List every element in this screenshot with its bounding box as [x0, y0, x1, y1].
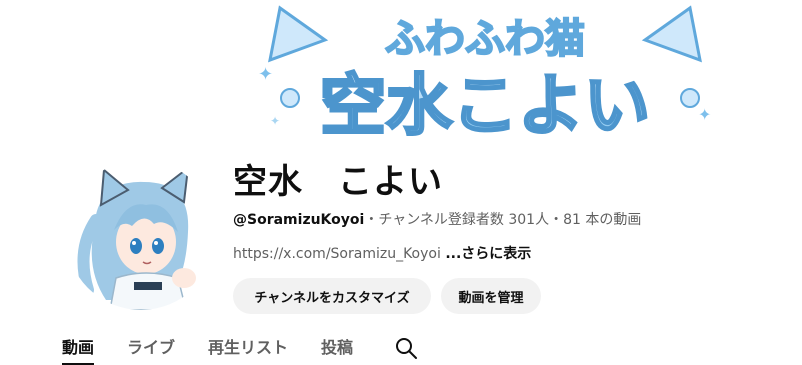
tab-live[interactable]: ライブ	[127, 336, 175, 360]
banner-line1: ふわふわ猫	[385, 16, 585, 62]
tab-playlists[interactable]: 再生リスト	[208, 336, 288, 360]
channel-handle: @SoramizuKoyoi	[233, 212, 365, 228]
channel-description: https://x.com/Soramizu_Koyoi ...さらに表示	[233, 244, 531, 264]
svg-text:✦: ✦	[258, 64, 273, 85]
manage-videos-button[interactable]: 動画を管理	[441, 278, 541, 314]
show-more-link[interactable]: ...さらに表示	[445, 246, 531, 262]
svg-text:✦: ✦	[698, 105, 711, 124]
search-icon[interactable]	[394, 336, 418, 360]
channel-stats: ・チャンネル登録者数 301人・81 本の動画	[364, 212, 642, 228]
channel-tabs: 動画 ライブ 再生リスト 投稿	[62, 336, 418, 365]
avatar-image	[66, 160, 216, 310]
channel-link[interactable]: https://x.com/Soramizu_Koyoi	[233, 246, 441, 262]
customize-channel-button[interactable]: チャンネルをカスタマイズ	[233, 278, 431, 314]
tab-posts[interactable]: 投稿	[321, 336, 353, 360]
banner-line2: 空水こよい	[320, 67, 650, 144]
channel-name: 空水 こよい	[233, 162, 443, 202]
channel-banner: ✦ ✦ ✦ ふわふわ猫 空水こよい	[258, 5, 711, 146]
avatar[interactable]	[66, 160, 216, 310]
svg-text:✦: ✦	[270, 114, 280, 128]
tab-videos[interactable]: 動画	[62, 336, 95, 365]
channel-meta: @SoramizuKoyoi・チャンネル登録者数 301人・81 本の動画	[233, 210, 641, 230]
